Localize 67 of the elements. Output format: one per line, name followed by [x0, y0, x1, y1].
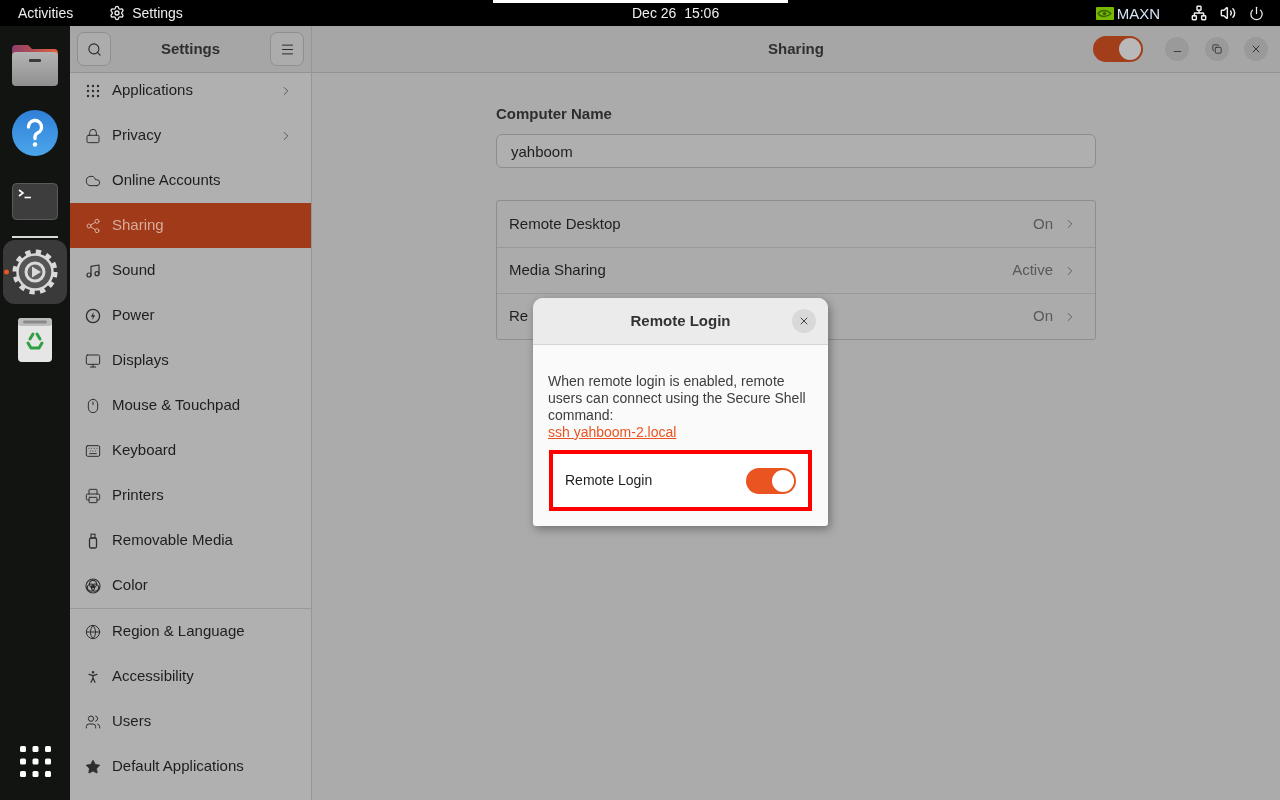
sidebar-item[interactable]: Accessibility [70, 654, 311, 699]
keyboard-icon [85, 442, 101, 459]
page-title: Sharing [768, 38, 824, 59]
gear-icon [109, 5, 126, 21]
app-menu[interactable]: Settings [109, 5, 183, 21]
menu-icon [279, 41, 295, 57]
ssh-command-link[interactable]: ssh yahboom-2.local [548, 424, 677, 441]
search-button[interactable] [77, 32, 111, 66]
network-icon[interactable] [1191, 5, 1207, 21]
close-icon [798, 315, 810, 327]
activities-button[interactable]: Activities [18, 6, 74, 20]
help-icon[interactable] [12, 110, 58, 156]
remote-login-switch[interactable] [746, 467, 796, 494]
volume-icon[interactable] [1220, 5, 1236, 21]
trash-icon[interactable] [17, 318, 53, 362]
globe-icon [85, 623, 101, 640]
sidebar-item[interactable]: Region & Language [70, 609, 311, 654]
sidebar-item[interactable]: Privacy [70, 113, 311, 158]
restore-icon [1212, 44, 1222, 54]
share-icon [85, 217, 101, 234]
sidebar-item[interactable]: Displays [70, 338, 311, 383]
bolt-circle-icon [85, 307, 101, 324]
sidebar-item[interactable]: Default Applications [70, 744, 311, 789]
dots-grid-icon [85, 82, 101, 99]
sidebar-item[interactable]: Keyboard [70, 428, 311, 473]
users-icon [85, 713, 101, 730]
folder-icon[interactable] [12, 44, 58, 86]
monitor-icon [85, 352, 101, 369]
sidebar-item[interactable]: Power [70, 293, 311, 338]
close-button[interactable] [792, 309, 816, 333]
app-grid-icon[interactable] [19, 746, 51, 777]
sidebar-title: Settings [160, 38, 221, 59]
person-icon [85, 668, 101, 685]
service-row[interactable]: Media Sharing Active [497, 247, 1095, 293]
sidebar-item[interactable]: Applications [70, 73, 311, 113]
printer-icon [85, 487, 101, 504]
power-mode-indicator[interactable]: MAXN [1095, 5, 1160, 21]
sidebar-item[interactable]: Mouse & Touchpad [70, 383, 311, 428]
sidebar-item[interactable]: Removable Media [70, 518, 311, 563]
sidebar-item[interactable]: Users [70, 699, 311, 744]
star-icon [85, 758, 101, 775]
sidebar-item[interactable]: Online Accounts [70, 158, 311, 203]
eye-logo-icon [1095, 6, 1114, 20]
sharing-switch[interactable] [1093, 36, 1143, 62]
color-circles-icon [85, 577, 101, 594]
close-icon [1250, 43, 1262, 55]
music-note-icon [85, 262, 101, 279]
mouse-icon [85, 397, 101, 414]
clock[interactable]: Dec 26 15:06 [632, 6, 720, 20]
field-label: Computer Name [496, 105, 613, 123]
power-icon[interactable] [1249, 5, 1264, 21]
menu-button[interactable] [270, 32, 304, 66]
settings-icon [12, 249, 58, 295]
search-icon [86, 41, 102, 57]
sidebar-item[interactable]: Printers [70, 473, 311, 518]
toggle-label: Remote Login [565, 471, 654, 490]
restore-button[interactable] [1205, 37, 1229, 61]
sidebar-item[interactable]: Color [70, 563, 311, 608]
lock-icon [85, 127, 101, 144]
computer-name-field[interactable]: yahboom [496, 134, 1096, 168]
active-dock-tile[interactable] [3, 240, 67, 304]
sidebar-item[interactable]: Sound [70, 248, 311, 293]
terminal-icon[interactable] [12, 182, 58, 220]
dialog-description: When remote login is enabled, remote users can connect using the Secure Shell command: [548, 373, 807, 424]
dialog-title: Remote Login [630, 310, 731, 331]
close-button[interactable] [1244, 37, 1268, 61]
service-row[interactable]: Remote Desktop On [497, 201, 1095, 247]
